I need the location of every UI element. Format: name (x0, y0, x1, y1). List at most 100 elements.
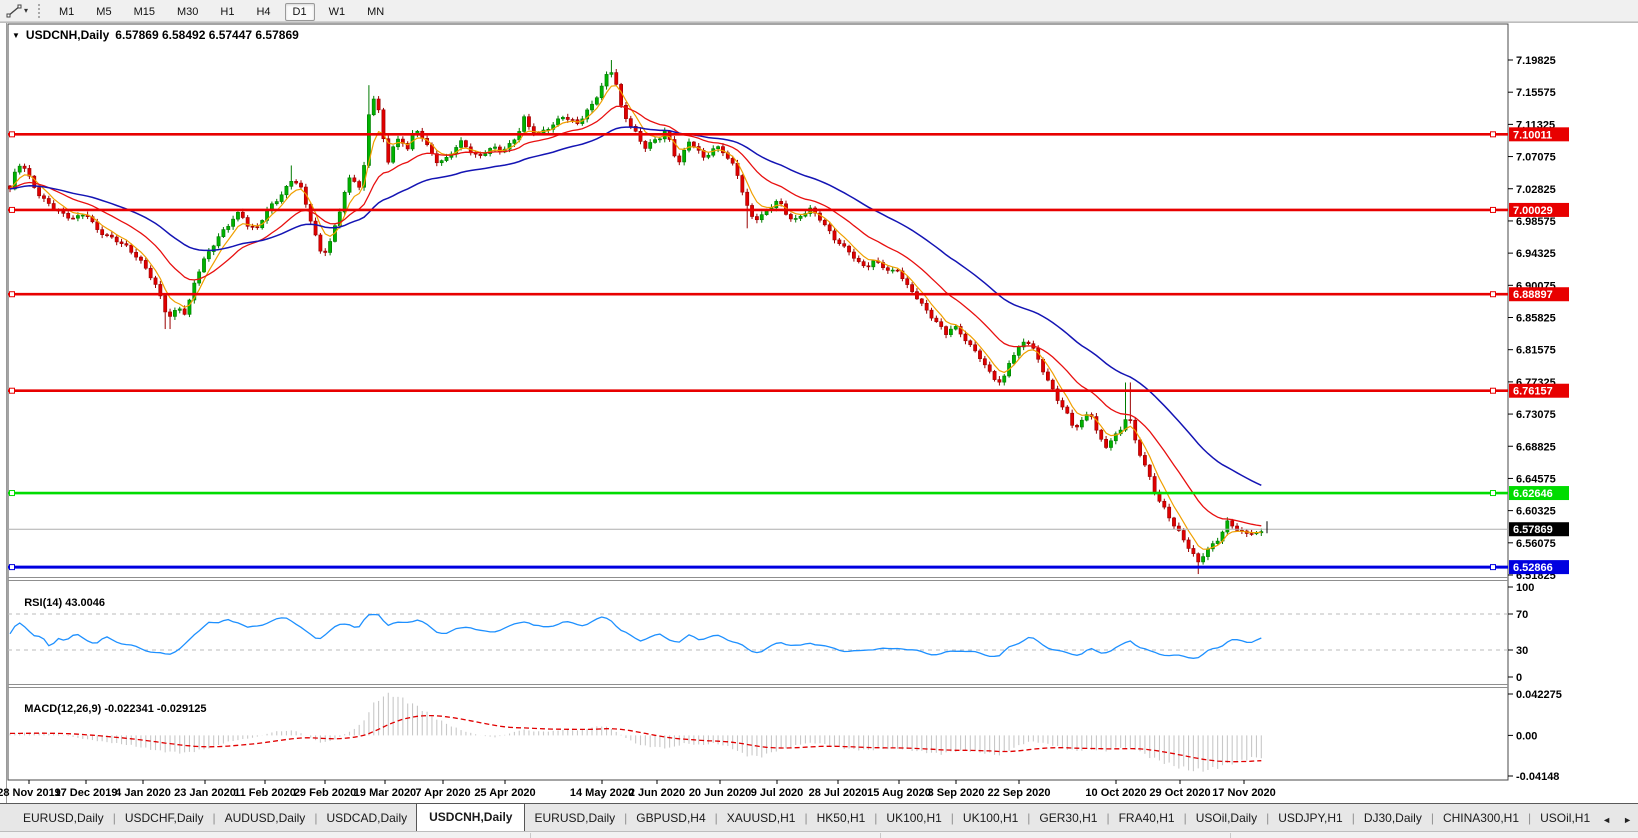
date-tick-label: 17 Dec 2019 (55, 787, 118, 799)
date-tick-label: 10 Oct 2020 (1085, 787, 1146, 799)
date-tick-label: 14 May 2020 (570, 787, 634, 799)
date-tick-label: 7 Apr 2020 (415, 787, 470, 799)
hline-handle[interactable] (10, 388, 15, 393)
chart-tab-usoil-daily[interactable]: USOil,Daily (1187, 806, 1266, 831)
date-tick-label: 15 Aug 2020 (867, 787, 931, 799)
date-tick-label: 29 Feb 2020 (294, 787, 356, 799)
hline-handle[interactable] (10, 491, 15, 496)
price-tick-label: 7.19825 (1516, 55, 1556, 67)
date-tick-label: 4 Jan 2020 (115, 787, 171, 799)
price-tick-label: 6.64575 (1516, 473, 1556, 485)
macd-tick-label: -0.04148 (1516, 771, 1559, 783)
chart-tab-china300-h1[interactable]: CHINA300,H1 (1434, 806, 1528, 831)
date-tick-label: 11 Feb 2020 (234, 787, 296, 799)
chart-tab-eurusd-daily[interactable]: EURUSD,Daily (525, 806, 624, 831)
price-tick-label: 6.60325 (1516, 506, 1556, 518)
date-tick-label: 23 Jan 2020 (174, 787, 236, 799)
date-tick-label: 2 Jun 2020 (629, 787, 685, 799)
rsi-name: RSI(14) (24, 597, 62, 609)
chart-tab-xauusd-h1[interactable]: XAUUSD,H1 (718, 806, 805, 831)
hline-handle[interactable] (1491, 565, 1496, 570)
chart-canvas: 7.198257.155757.113257.070757.028256.985… (0, 0, 1638, 838)
date-tick-label: 25 Apr 2020 (474, 787, 535, 799)
hline-price-text: 6.76157 (1513, 386, 1553, 398)
macd-indicator-label: MACD(12,26,9) -0.022341 -0.029125 (12, 691, 206, 727)
rsi-tick-label: 0 (1516, 672, 1522, 684)
date-axis: 28 Nov 201917 Dec 20194 Jan 202023 Jan 2… (0, 780, 1276, 799)
hline-handle[interactable] (10, 207, 15, 212)
status-bar (0, 831, 1638, 838)
chart-tab-ger30-h1[interactable]: GER30,H1 (1030, 806, 1106, 831)
hline-handle[interactable] (1491, 207, 1496, 212)
macd-tick-label: 0.00 (1516, 730, 1537, 742)
rsi-tick-label: 30 (1516, 645, 1528, 657)
price-tick-label: 6.94325 (1516, 248, 1556, 260)
price-tick-label: 6.73075 (1516, 409, 1556, 421)
chart-plot-border (8, 24, 1508, 780)
date-tick-label: 17 Nov 2020 (1212, 787, 1276, 799)
status-cell-divider (880, 833, 881, 838)
macd-values: -0.022341 -0.029125 (104, 703, 206, 715)
tab-scroll-right-icon[interactable]: ► (1623, 815, 1632, 825)
chart-tab-usoil-h1[interactable]: USOil,H1 (1531, 806, 1599, 831)
date-tick-label: 29 Oct 2020 (1149, 787, 1210, 799)
status-cell-divider (1230, 833, 1231, 838)
date-tick-label: 22 Sep 2020 (988, 787, 1051, 799)
rsi-tick-label: 100 (1516, 582, 1534, 594)
hline-handle[interactable] (10, 292, 15, 297)
hline-price-text: 6.62646 (1513, 488, 1553, 500)
chart-tab-fra40-h1[interactable]: FRA40,H1 (1110, 806, 1184, 831)
chart-tab-bar: EURUSD,Daily|USDCHF,Daily|AUDUSD,Daily|U… (0, 804, 1638, 831)
date-tick-label: 28 Jul 2020 (809, 787, 868, 799)
date-tick-label: 3 Sep 2020 (928, 787, 985, 799)
hline-handle[interactable] (10, 565, 15, 570)
chart-tab-dj30-daily[interactable]: DJ30,Daily (1355, 806, 1431, 831)
date-tick-label: 19 Mar 2020 (354, 787, 416, 799)
hline-handle[interactable] (1491, 491, 1496, 496)
date-tick-label: 9 Jul 2020 (751, 787, 804, 799)
date-tick-label: 20 Jun 2020 (689, 787, 751, 799)
hline-price-text: 7.10011 (1513, 129, 1552, 141)
price-tick-label: 6.81575 (1516, 345, 1556, 357)
hline-handle[interactable] (1491, 388, 1496, 393)
hline-price-text: 6.52866 (1513, 562, 1553, 574)
chart-tab-hk50-h1[interactable]: HK50,H1 (808, 806, 875, 831)
chart-tab-usdchf-daily[interactable]: USDCHF,Daily (116, 806, 213, 831)
rsi-axis: 100 70 30 0 (1508, 582, 1534, 684)
price-tick-label: 6.68825 (1516, 441, 1556, 453)
chart-tab-audusd-daily[interactable]: AUDUSD,Daily (216, 806, 315, 831)
chart-tabs: EURUSD,Daily|USDCHF,Daily|AUDUSD,Daily|U… (0, 804, 1599, 831)
chart-tab-usdcnh-daily[interactable]: USDCNH,Daily (416, 803, 525, 831)
rsi-tick-label: 70 (1516, 609, 1528, 621)
chart-symbol-label: USDCNH,Daily (26, 28, 109, 42)
tab-scroll-arrows: ◄ ► (1602, 815, 1632, 825)
one-click-expander-icon[interactable]: ▼ (12, 31, 20, 40)
chart-title: ▼ USDCNH,Daily 6.57869 6.58492 6.57447 6… (12, 28, 299, 42)
chart-tab-gbpusd-h4[interactable]: GBPUSD,H4 (627, 806, 714, 831)
hline-handle[interactable] (1491, 292, 1496, 297)
macd-name: MACD(12,26,9) (24, 703, 101, 715)
hline-handle[interactable] (10, 132, 15, 137)
date-tick-label: 28 Nov 2019 (0, 787, 61, 799)
price-tick-label: 6.85825 (1516, 313, 1556, 325)
hline-handle[interactable] (1491, 132, 1496, 137)
macd-tick-label: 0.042275 (1516, 689, 1562, 701)
price-tick-label: 7.15575 (1516, 87, 1556, 99)
chart-tab-usdcad-daily[interactable]: USDCAD,Daily (317, 806, 416, 831)
chart-tab-eurusd-daily[interactable]: EURUSD,Daily (14, 806, 113, 831)
mt4-window: ▾ M1M5M15M30H1H4D1W1MN 7.198257.155757.1… (0, 0, 1638, 838)
chart-ohlc-values: 6.57869 6.58492 6.57447 6.57869 (115, 28, 299, 42)
tab-scroll-left-icon[interactable]: ◄ (1602, 815, 1611, 825)
chart-tab-uk100-h1[interactable]: UK100,H1 (954, 806, 1027, 831)
macd-axis: 0.042275 0.00 -0.04148 (1508, 689, 1562, 783)
chart-tab-usdjpy-h1[interactable]: USDJPY,H1 (1269, 806, 1351, 831)
price-tick-label: 6.56075 (1516, 538, 1556, 550)
price-tick-label: 7.07075 (1516, 152, 1556, 164)
status-cell-divider (530, 833, 531, 838)
rsi-indicator-label: RSI(14) 43.0046 (12, 585, 105, 621)
chart-tab-uk100-h1[interactable]: UK100,H1 (877, 806, 950, 831)
rsi-value: 43.0046 (65, 597, 105, 609)
price-tick-label: 6.98575 (1516, 216, 1556, 228)
current-price-text: 6.57869 (1513, 524, 1553, 536)
hline-price-text: 6.88897 (1513, 289, 1553, 301)
